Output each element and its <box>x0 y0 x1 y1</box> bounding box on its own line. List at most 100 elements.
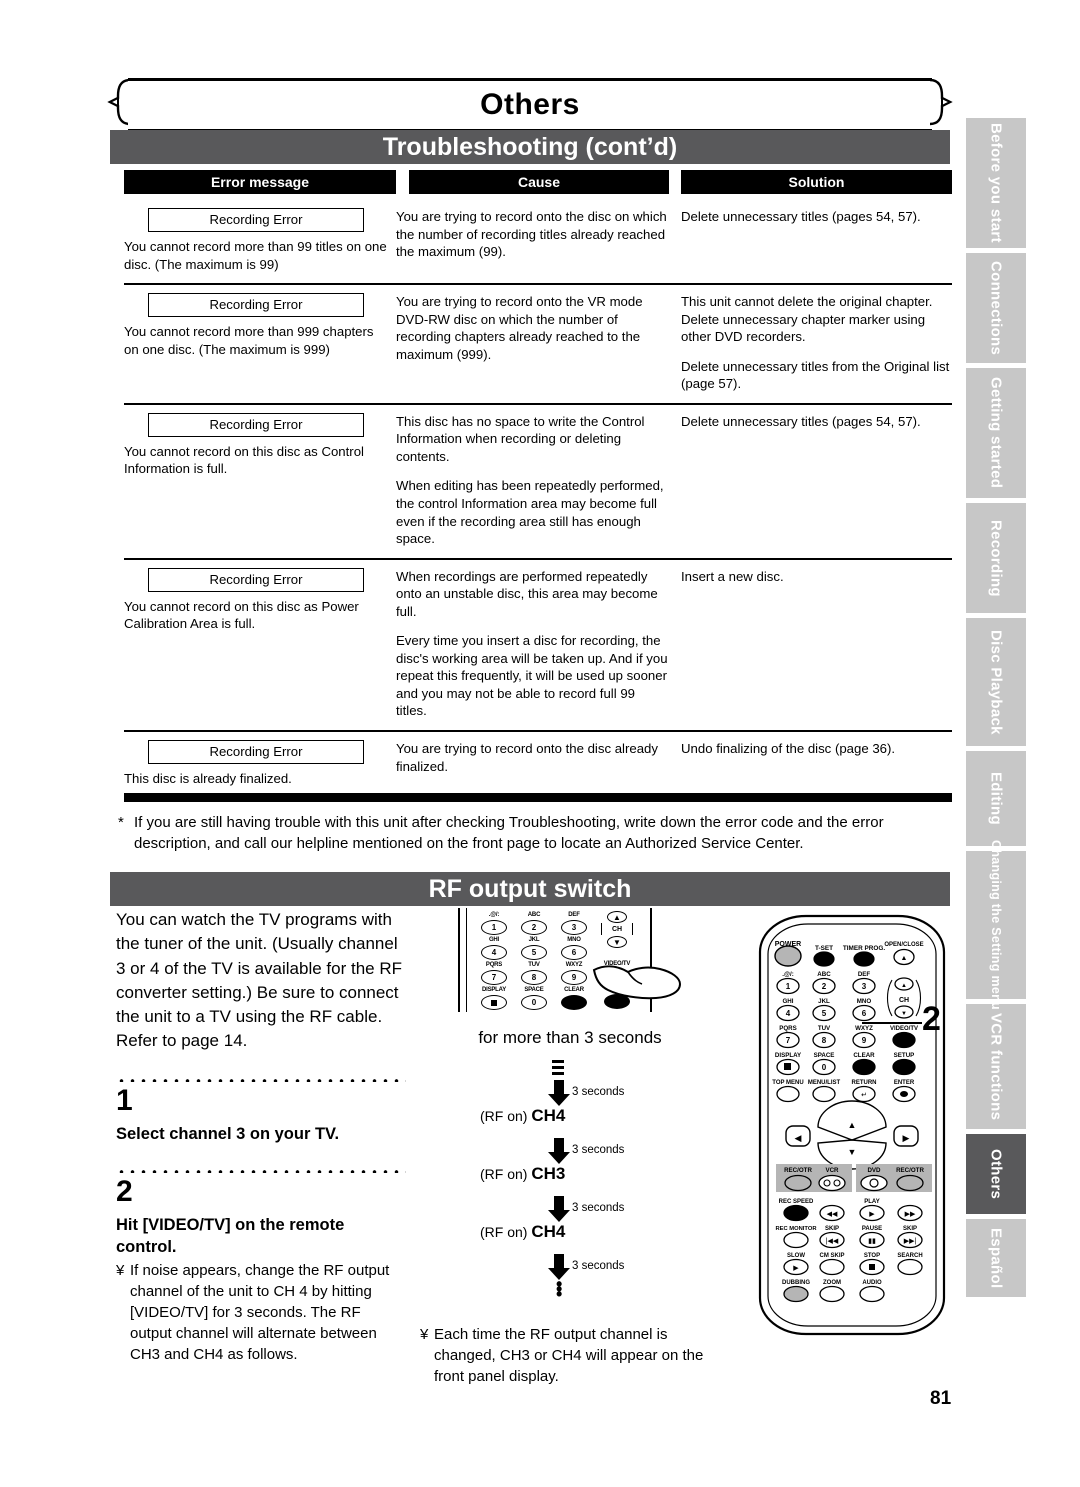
svg-text:▶▶: ▶▶ <box>905 1211 916 1218</box>
tab-label: Before you start <box>987 123 1005 243</box>
key-button[interactable]: 3 <box>561 920 587 935</box>
key-button[interactable]: 1 <box>481 920 507 935</box>
error-description: You cannot record more than 99 titles on… <box>124 239 387 272</box>
keypad-key-9[interactable]: WXYZ 9 <box>554 962 594 985</box>
chapter-tab-changing-the-setting-menu[interactable]: Changing the Setting menu <box>966 840 1026 1010</box>
solution-paragraph: Delete unnecessary titles from the Origi… <box>681 358 950 392</box>
down-arrow-icon <box>548 1137 570 1164</box>
keypad-key-0[interactable]: SPACE 0 <box>514 987 554 1010</box>
svg-text:▮▮: ▮▮ <box>868 1238 876 1245</box>
key-button[interactable]: 8 <box>521 970 547 985</box>
key-button[interactable]: 0 <box>521 995 547 1010</box>
tab-label: Editing <box>987 772 1005 825</box>
chapter-tab-editing[interactable]: Editing <box>966 751 1026 846</box>
svg-text:▼: ▼ <box>901 1011 907 1017</box>
cell-solution: Insert a new disc. <box>681 568 952 720</box>
footnote-marker: * <box>118 814 124 831</box>
chapter-tab-espanol[interactable]: Español <box>966 1219 1026 1297</box>
cause-paragraph: You are trying to record onto the VR mod… <box>396 294 643 362</box>
manual-page: Others Troubleshooting (cont’d) Error me… <box>0 0 1080 1487</box>
cell-error-message: Recording Error You cannot record more t… <box>124 293 396 393</box>
svg-text:◀: ◀ <box>795 1133 802 1143</box>
error-code-box: Recording Error <box>148 567 364 592</box>
flow-note: ¥ Each time the RF output channel is cha… <box>420 1324 720 1387</box>
note-text: If noise appears, change the RF output c… <box>130 1262 390 1364</box>
solution-paragraph: Delete unnecessary titles (pages 54, 57)… <box>681 209 921 224</box>
solution-paragraph: Undo finalizing of the disc (page 36). <box>681 741 896 757</box>
svg-text:REC/OTR: REC/OTR <box>784 1167 812 1174</box>
channel-down-icon[interactable]: ▼ <box>607 936 627 948</box>
keypad-key-4[interactable]: GHI 4 <box>474 937 514 960</box>
key-button[interactable]: 2 <box>521 920 547 935</box>
keypad-key-7[interactable]: PQRS 7 <box>474 962 514 985</box>
keypad-key-3[interactable]: DEF 3 <box>554 912 594 935</box>
svg-text:5: 5 <box>822 1009 827 1018</box>
cell-solution: Delete unnecessary titles (pages 54, 57)… <box>681 208 952 273</box>
svg-text:CM SKIP: CM SKIP <box>819 1253 844 1259</box>
chapter-tab-others[interactable]: Others <box>966 1134 1026 1214</box>
tab-label: Recording <box>987 519 1005 597</box>
key-button[interactable]: 6 <box>561 945 587 960</box>
error-description: You cannot record on this disc as Contro… <box>124 443 364 477</box>
cell-cause: This disc has no space to write the Cont… <box>396 413 681 548</box>
rf-intro-text: You can watch the TV programs with the t… <box>116 910 402 1051</box>
channel-up-icon[interactable]: ▲ <box>607 911 627 923</box>
cause-paragraph: This disc has no space to write the Cont… <box>396 413 645 464</box>
svg-text:.@/:: .@/: <box>782 971 794 978</box>
key-letters: TUV <box>528 962 540 968</box>
keypad-key-display[interactable]: DISPLAY <box>474 987 514 1010</box>
svg-text:RETURN: RETURN <box>852 1080 877 1086</box>
keypad-key-6[interactable]: MNO 6 <box>554 937 594 960</box>
svg-text:ZOOM: ZOOM <box>823 1280 841 1286</box>
chapter-banner-body: Others <box>128 78 932 132</box>
svg-text:DISPLAY: DISPLAY <box>775 1052 802 1059</box>
column-header-solution: Solution <box>681 170 952 194</box>
flow-step: 3 seconds (RF on) CH3 <box>420 1137 720 1184</box>
table-bottom-rule <box>124 793 952 802</box>
flow-channel: CH4 <box>531 1105 566 1125</box>
rf-instructions-column: You can watch the TV programs with the t… <box>116 908 406 1365</box>
ribbon-left-icon <box>107 78 130 126</box>
tab-label: Getting started <box>987 377 1005 489</box>
cell-cause: You are trying to record onto the disc a… <box>396 740 681 788</box>
chapter-tab-connections[interactable]: Connections <box>966 253 1026 363</box>
flow-state-prefix: (RF on) <box>480 1165 528 1182</box>
key-button[interactable]: 5 <box>521 945 547 960</box>
svg-text:PLAY: PLAY <box>864 1199 879 1205</box>
key-button[interactable]: 9 <box>561 970 587 985</box>
cell-error-message: Recording Error You cannot record on thi… <box>124 567 396 720</box>
flow-step: 3 seconds (RF on) CH4 <box>420 1079 720 1126</box>
keypad-key-clear[interactable]: CLEAR <box>554 987 594 1010</box>
key-letters: DISPLAY <box>481 987 507 993</box>
tab-label: Connections <box>987 260 1005 356</box>
svg-text:JKL: JKL <box>818 998 830 1005</box>
keypad-key-5[interactable]: JKL 5 <box>514 937 554 960</box>
cause-paragraph: You are trying to record onto the disc a… <box>396 741 658 774</box>
key-button[interactable] <box>561 995 587 1010</box>
svg-text:TIMER PROG.: TIMER PROG. <box>843 945 885 952</box>
key-button[interactable]: 7 <box>481 970 507 985</box>
svg-text:CLEAR: CLEAR <box>853 1052 875 1059</box>
key-button[interactable]: 4 <box>481 945 507 960</box>
svg-text:REC SPEED: REC SPEED <box>779 1199 814 1205</box>
flow-step: 3 seconds (RF on) CH4 <box>420 1195 720 1242</box>
flow-channel: CH3 <box>531 1163 566 1183</box>
chapter-tab-disc-playback[interactable]: Disc Playback <box>966 618 1026 746</box>
key-letters: CLEAR <box>564 987 584 993</box>
step-2-note: ¥ If noise appears, change the RF output… <box>116 1260 406 1365</box>
chapter-tab-vcr-functions[interactable]: VCR functions <box>966 1004 1026 1129</box>
chapter-tab-before-you-start[interactable]: Before you start <box>966 118 1026 248</box>
chapter-tab-getting-started[interactable]: Getting started <box>966 368 1026 498</box>
chapter-tab-recording[interactable]: Recording <box>966 503 1026 613</box>
keypad-key-1[interactable]: .@/: 1 <box>474 912 514 935</box>
svg-text:◀◀: ◀◀ <box>827 1211 838 1218</box>
tab-label: VCR functions <box>987 1012 1005 1121</box>
error-code-box: Recording Error <box>148 740 364 765</box>
key-button[interactable] <box>481 995 507 1010</box>
keypad-key-2[interactable]: ABC 2 <box>514 912 554 935</box>
cell-solution: This unit cannot delete the original cha… <box>681 293 952 393</box>
cell-cause: When recordings are performed repeatedly… <box>396 568 681 720</box>
svg-text:▶▶|: ▶▶| <box>904 1238 917 1245</box>
keypad-key-8[interactable]: TUV 8 <box>514 962 554 985</box>
flow-equals-mark <box>420 1059 720 1080</box>
